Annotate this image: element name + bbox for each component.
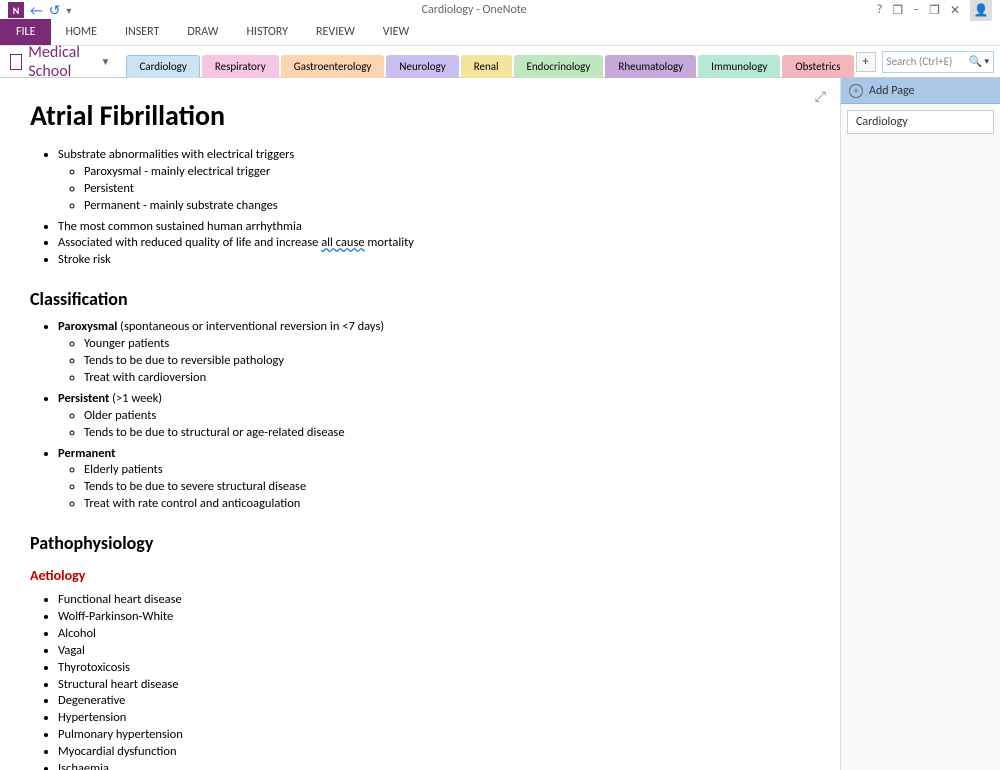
plus-icon: + xyxy=(849,84,863,98)
notebook-bar: Medical School ▼ CardiologyRespiratoryGa… xyxy=(0,46,1000,78)
maximize-button[interactable]: ❐ xyxy=(929,3,940,18)
page-panel: + Add Page Cardiology xyxy=(840,78,1000,770)
ribbon-tab-draw[interactable]: DRAW xyxy=(173,19,232,45)
window-title: Cardiology - OneNote xyxy=(71,3,876,17)
chevron-down-icon: ▼ xyxy=(101,55,111,68)
expand-icon[interactable]: ⤢ xyxy=(815,88,826,105)
nav-back-icon[interactable]: ← xyxy=(30,2,43,19)
section-tab-immunology[interactable]: Immunology xyxy=(698,55,780,78)
section-tab-cardiology[interactable]: Cardiology xyxy=(126,55,199,78)
title-bar: N ← ↺ ▾ Cardiology - OneNote ? ❐ – ❐ ✕ 👤 xyxy=(0,0,1000,20)
ribbon-tabs: FILE HOMEINSERTDRAWHISTORYREVIEWVIEW xyxy=(0,20,1000,46)
undo-icon[interactable]: ↺ xyxy=(49,2,61,19)
close-button[interactable]: ✕ xyxy=(950,3,960,18)
add-section-button[interactable]: + xyxy=(856,52,876,72)
section-tab-gastroenterology[interactable]: Gastroenterology xyxy=(281,55,385,78)
notebook-icon xyxy=(10,54,22,70)
add-page-label: Add Page xyxy=(869,84,914,98)
add-page-button[interactable]: + Add Page xyxy=(841,78,1000,104)
minimize-button[interactable]: – xyxy=(913,3,919,17)
page-title[interactable]: Atrial Fibrillation xyxy=(30,98,810,133)
ribbon-tab-review[interactable]: REVIEW xyxy=(302,19,369,45)
page-list-item[interactable]: Cardiology xyxy=(847,110,994,134)
file-tab[interactable]: FILE xyxy=(0,19,51,45)
notebook-dropdown[interactable]: Medical School ▼ xyxy=(22,43,116,81)
user-avatar[interactable]: 👤 xyxy=(970,0,992,21)
search-chevron-icon: ▾ xyxy=(984,56,989,67)
page-canvas[interactable]: ⤢ Atrial Fibrillation Substrate abnormal… xyxy=(0,78,840,770)
ribbon-tab-history[interactable]: HISTORY xyxy=(232,19,302,45)
ribbon-tab-home[interactable]: HOME xyxy=(51,19,111,45)
search-icon: 🔍 xyxy=(969,55,983,68)
section-tab-endocrinology[interactable]: Endocrinology xyxy=(514,55,604,78)
section-tab-obstetrics[interactable]: Obstetrics xyxy=(782,55,853,78)
ribbon-tab-insert[interactable]: INSERT xyxy=(111,19,173,45)
notebook-name-label: Medical School xyxy=(28,43,96,81)
ribbon-display-icon[interactable]: ❐ xyxy=(892,3,903,18)
section-tabs: CardiologyRespiratoryGastroenterologyNeu… xyxy=(126,46,855,77)
help-icon[interactable]: ? xyxy=(877,3,883,17)
page-content[interactable]: Substrate abnormalities with electrical … xyxy=(30,147,810,770)
search-input[interactable]: Search (Ctrl+E) 🔍 ▾ xyxy=(882,51,994,73)
section-tab-renal[interactable]: Renal xyxy=(461,55,512,78)
section-tab-neurology[interactable]: Neurology xyxy=(386,55,458,78)
ribbon-tab-view[interactable]: VIEW xyxy=(369,19,423,45)
section-tab-rheumatology[interactable]: Rheumatology xyxy=(605,55,696,78)
section-tab-respiratory[interactable]: Respiratory xyxy=(202,55,279,78)
search-placeholder: Search (Ctrl+E) xyxy=(887,55,953,68)
onenote-app-icon: N xyxy=(8,2,24,18)
